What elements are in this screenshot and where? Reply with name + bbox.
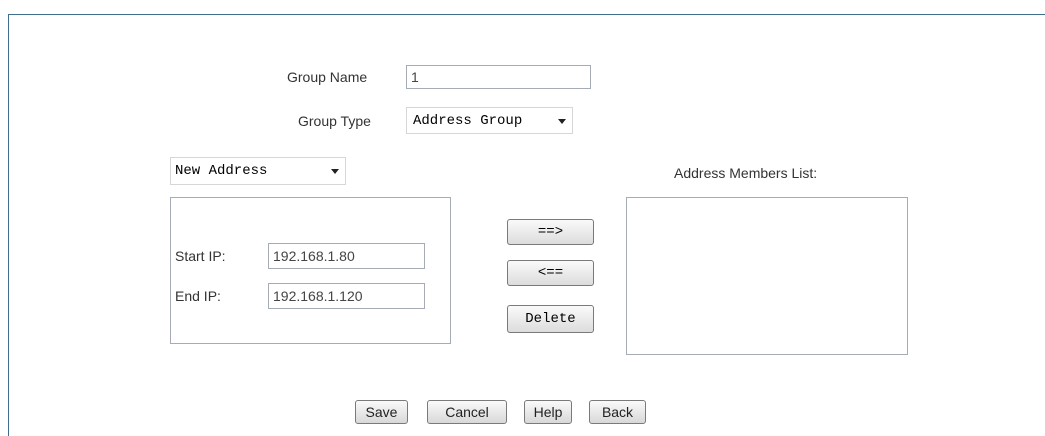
remove-member-button[interactable]: <== xyxy=(507,260,594,286)
back-button[interactable]: Back xyxy=(589,400,646,424)
delete-button[interactable]: Delete xyxy=(507,305,594,333)
address-type-value: New Address xyxy=(175,163,268,179)
start-ip-label: Start IP: xyxy=(175,248,226,264)
help-button[interactable]: Help xyxy=(524,400,572,424)
group-name-label: Group Name xyxy=(287,69,368,85)
members-listbox[interactable] xyxy=(626,197,908,355)
start-ip-input[interactable] xyxy=(268,243,425,269)
members-list-label: Address Members List: xyxy=(674,165,818,181)
add-member-button[interactable]: ==> xyxy=(507,219,594,245)
group-type-value: Address Group xyxy=(413,112,523,129)
cancel-button[interactable]: Cancel xyxy=(427,400,507,424)
group-name-input[interactable] xyxy=(406,65,591,89)
save-button[interactable]: Save xyxy=(355,400,408,424)
group-type-label: Group Type xyxy=(298,113,371,129)
chevron-down-icon xyxy=(331,169,339,174)
address-type-select[interactable]: New Address xyxy=(170,157,346,185)
group-type-select[interactable]: Address Group xyxy=(406,107,573,134)
chevron-down-icon xyxy=(558,118,566,124)
end-ip-label: End IP: xyxy=(175,288,221,304)
address-entry-panel xyxy=(170,197,451,344)
end-ip-input[interactable] xyxy=(268,283,425,309)
